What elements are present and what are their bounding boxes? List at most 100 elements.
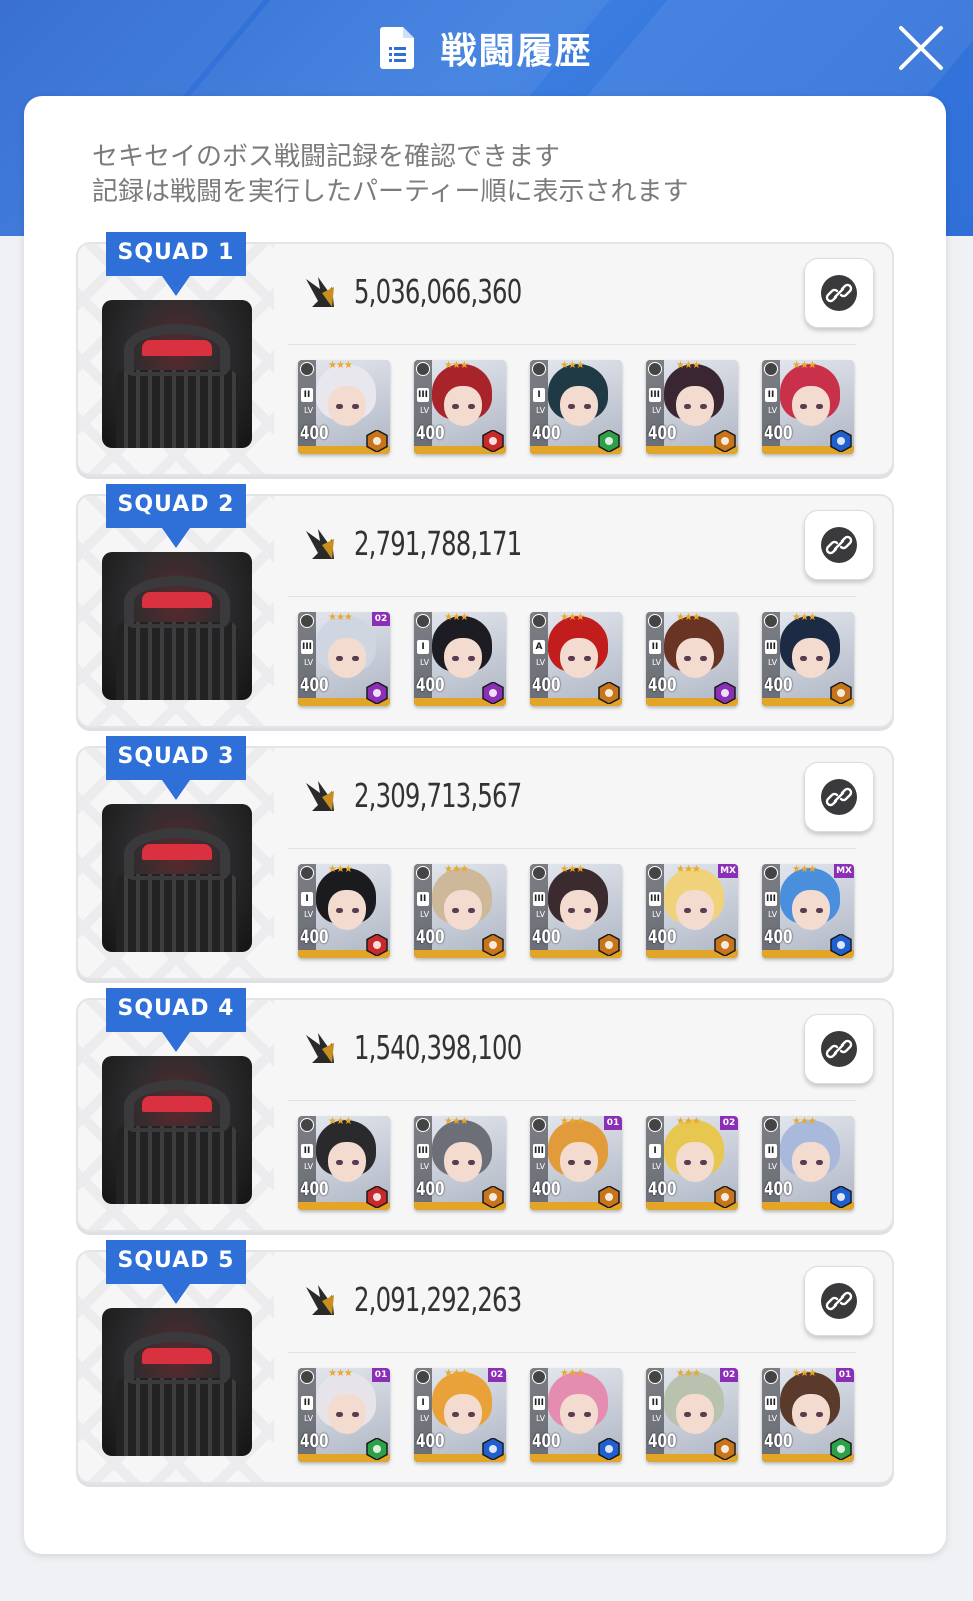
character-card[interactable]: ★★★ III LV 400 <box>414 1116 506 1210</box>
link-icon <box>821 527 857 563</box>
class-icon <box>416 866 430 880</box>
character-card[interactable]: ★★★ III LV 400 <box>646 360 738 454</box>
squad-banner: SQUAD 5 <box>106 1240 246 1306</box>
burst-badge: III <box>533 1144 545 1158</box>
class-icon <box>648 1370 662 1384</box>
burst-badge: III <box>301 640 313 654</box>
element-fire-icon <box>482 429 504 453</box>
character-card[interactable]: ★★★ 02 I LV 400 <box>646 1116 738 1210</box>
character-level: 400 <box>532 422 561 444</box>
squad-label: SQUAD 1 <box>117 240 235 265</box>
rank-stars: ★★★ <box>676 1116 701 1127</box>
link-icon <box>821 1283 857 1319</box>
burst-badge: I <box>417 1396 429 1410</box>
description-line-1: セキセイのボス戦闘記録を確認できます <box>92 142 561 172</box>
burst-badge: III <box>417 388 429 402</box>
boss-portrait <box>102 552 252 700</box>
lv-tag: LV <box>420 1414 430 1423</box>
element-water-icon <box>830 1185 852 1209</box>
burst-badge: II <box>765 388 777 402</box>
squad-label: SQUAD 2 <box>117 492 235 517</box>
character-level: 400 <box>648 1430 677 1452</box>
character-card[interactable]: ★★★ 02 III LV 400 <box>298 612 390 706</box>
character-card[interactable]: ★★★ III LV 400 <box>530 1368 622 1462</box>
burst-badge: III <box>649 892 661 906</box>
link-icon <box>821 275 857 311</box>
rank-stars: ★★★ <box>444 612 469 623</box>
class-icon <box>532 1370 546 1384</box>
character-card[interactable]: ★★★ MX III LV 400 <box>646 864 738 958</box>
burst-badge: III <box>765 892 777 906</box>
character-level: 400 <box>532 926 561 948</box>
character-card[interactable]: ★★★ III LV 400 <box>530 864 622 958</box>
core-badge: 01 <box>604 1116 622 1130</box>
element-water-icon <box>830 429 852 453</box>
character-card[interactable]: ★★★ 01 II LV 400 <box>298 1368 390 1462</box>
squad-row: SQUAD 2 2,791,788,171 ★★★ 02 III LV 400 ★★★ I LV 4… <box>76 484 894 728</box>
element-iron-icon <box>714 1185 736 1209</box>
class-icon <box>416 362 430 376</box>
character-card[interactable]: ★★★ MX III LV 400 <box>762 864 854 958</box>
character-card[interactable]: ★★★ A LV 400 <box>530 612 622 706</box>
character-card[interactable]: ★★★ 01 III LV 400 <box>762 1368 854 1462</box>
character-card[interactable]: ★★★ II LV 400 <box>762 1116 854 1210</box>
burst-badge: III <box>765 640 777 654</box>
class-icon <box>764 614 778 628</box>
lv-tag: LV <box>420 1162 430 1171</box>
divider <box>288 344 856 345</box>
class-icon <box>764 1370 778 1384</box>
character-card[interactable]: ★★★ I LV 400 <box>414 612 506 706</box>
class-icon <box>300 614 314 628</box>
lv-tag: LV <box>304 910 314 919</box>
close-button[interactable] <box>897 24 945 72</box>
element-iron-icon <box>366 429 388 453</box>
squad-row: SQUAD 5 2,091,292,263 ★★★ 01 II LV 400 ★★★ 02 I LV… <box>76 1240 894 1484</box>
share-link-button[interactable] <box>804 1266 874 1336</box>
rank-stars: ★★★ <box>792 864 817 875</box>
lv-tag: LV <box>652 658 662 667</box>
damage-icon <box>306 276 334 307</box>
character-level: 400 <box>416 422 445 444</box>
character-card[interactable]: ★★★ III LV 400 <box>762 612 854 706</box>
score-row: 2,309,713,567 <box>306 776 558 815</box>
character-level: 400 <box>764 1430 793 1452</box>
character-level: 400 <box>764 674 793 696</box>
share-link-button[interactable] <box>804 762 874 832</box>
character-card[interactable]: ★★★ II LV 400 <box>762 360 854 454</box>
character-card[interactable]: ★★★ II LV 400 <box>298 1116 390 1210</box>
character-level: 400 <box>764 926 793 948</box>
character-card[interactable]: ★★★ II LV 400 <box>298 360 390 454</box>
class-icon <box>648 362 662 376</box>
squad-row: SQUAD 1 5,036,066,360 ★★★ II LV 400 ★★★ III LV 40… <box>76 232 894 476</box>
character-card[interactable]: ★★★ II LV 400 <box>646 612 738 706</box>
share-link-button[interactable] <box>804 510 874 580</box>
character-card[interactable]: ★★★ 02 II LV 400 <box>646 1368 738 1462</box>
character-card[interactable]: ★★★ II LV 400 <box>414 864 506 958</box>
character-level: 400 <box>300 926 329 948</box>
squad-banner: SQUAD 2 <box>106 484 246 550</box>
squad-label: SQUAD 4 <box>117 996 235 1021</box>
core-badge: 02 <box>720 1368 738 1382</box>
damage-icon <box>306 1032 334 1063</box>
boss-portrait <box>102 804 252 952</box>
burst-badge: III <box>417 1144 429 1158</box>
share-link-button[interactable] <box>804 258 874 328</box>
character-card[interactable]: ★★★ 01 III LV 400 <box>530 1116 622 1210</box>
burst-badge: II <box>301 1396 313 1410</box>
character-level: 400 <box>532 674 561 696</box>
class-icon <box>532 362 546 376</box>
class-icon <box>416 1118 430 1132</box>
character-card[interactable]: ★★★ III LV 400 <box>414 360 506 454</box>
character-card[interactable]: ★★★ I LV 400 <box>530 360 622 454</box>
character-card[interactable]: ★★★ 02 I LV 400 <box>414 1368 506 1462</box>
lv-tag: LV <box>420 406 430 415</box>
character-card[interactable]: ★★★ I LV 400 <box>298 864 390 958</box>
burst-badge: I <box>649 1144 661 1158</box>
character-level: 400 <box>416 674 445 696</box>
element-iron-icon <box>482 1185 504 1209</box>
burst-badge: I <box>533 388 545 402</box>
share-link-button[interactable] <box>804 1014 874 1084</box>
burst-badge: II <box>649 1396 661 1410</box>
rank-stars: ★★★ <box>328 1368 353 1379</box>
lv-tag: LV <box>536 1162 546 1171</box>
